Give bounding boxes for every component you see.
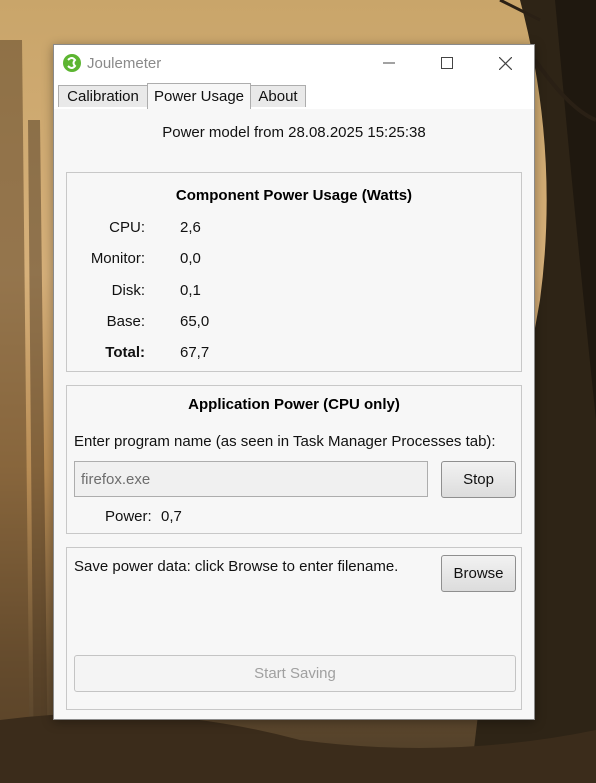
save-prompt: Save power data: click Browse to enter f… bbox=[74, 558, 399, 575]
start-saving-button[interactable]: Start Saving bbox=[74, 655, 516, 692]
program-name-input[interactable] bbox=[74, 461, 428, 497]
joulemeter-logo-icon bbox=[63, 54, 81, 72]
joulemeter-window: Joulemeter Calibration Power Usage About… bbox=[53, 44, 535, 720]
application-power-group: Application Power (CPU only) Enter progr… bbox=[66, 385, 522, 534]
power-usage-panel: Power model from 28.08.2025 15:25:38 Com… bbox=[54, 109, 534, 719]
tab-calibration[interactable]: Calibration bbox=[58, 85, 148, 107]
cpu-label: CPU: bbox=[109, 219, 145, 236]
browse-button[interactable]: Browse bbox=[441, 555, 516, 592]
maximize-icon bbox=[441, 57, 453, 69]
minimize-button[interactable] bbox=[366, 45, 412, 81]
component-power-group: Component Power Usage (Watts) CPU: 2,6 M… bbox=[66, 172, 522, 372]
app-power-label: Power: bbox=[105, 508, 152, 525]
base-label: Base: bbox=[106, 313, 145, 330]
app-power-value: 0,7 bbox=[161, 508, 182, 525]
minimize-icon bbox=[383, 62, 395, 64]
cpu-value: 2,6 bbox=[180, 219, 201, 236]
window-title: Joulemeter bbox=[87, 55, 162, 72]
monitor-label: Monitor: bbox=[90, 250, 145, 267]
total-label: Total: bbox=[105, 344, 145, 361]
title-bar: Joulemeter bbox=[54, 45, 534, 83]
tab-power-usage[interactable]: Power Usage bbox=[147, 83, 251, 109]
maximize-button[interactable] bbox=[424, 45, 470, 81]
tab-strip: Calibration Power Usage About bbox=[54, 83, 534, 110]
close-icon bbox=[498, 56, 512, 70]
power-model-label: Power model from 28.08.2025 15:25:38 bbox=[162, 124, 426, 141]
total-value: 67,7 bbox=[180, 344, 210, 361]
stop-button[interactable]: Stop bbox=[441, 461, 516, 498]
close-button[interactable] bbox=[482, 45, 528, 81]
application-power-title: Application Power (CPU only) bbox=[188, 396, 400, 413]
tab-about[interactable]: About bbox=[250, 85, 306, 107]
disk-label: Disk: bbox=[111, 282, 145, 299]
monitor-value: 0,0 bbox=[180, 250, 201, 267]
base-value: 65,0 bbox=[180, 313, 210, 330]
component-power-title: Component Power Usage (Watts) bbox=[175, 187, 413, 204]
disk-value: 0,1 bbox=[180, 282, 201, 299]
save-power-group: Save power data: click Browse to enter f… bbox=[66, 547, 522, 710]
program-name-prompt: Enter program name (as seen in Task Mana… bbox=[74, 433, 496, 450]
